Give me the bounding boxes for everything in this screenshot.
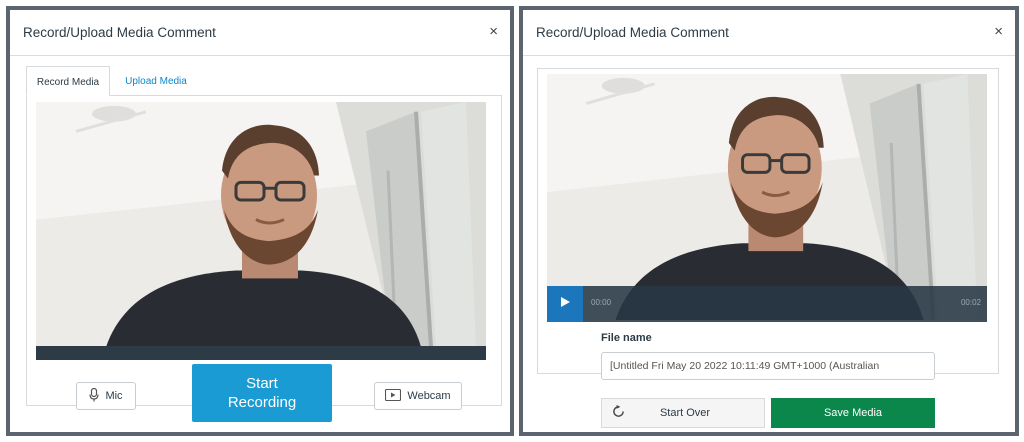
dialog-title: Record/Upload Media Comment [536, 25, 729, 40]
current-time: 00:00 [591, 298, 612, 307]
dialog-header: Record/Upload Media Comment × [10, 10, 510, 56]
total-time: 00:02 [960, 298, 981, 307]
dialog-header: Record/Upload Media Comment × [523, 10, 1015, 56]
tab-record-media[interactable]: Record Media [26, 66, 110, 96]
webcam-label: Webcam [407, 390, 451, 402]
microphone-icon [89, 387, 100, 405]
start-over-button[interactable]: Start Over [601, 398, 765, 428]
progress-track[interactable] [583, 286, 987, 322]
start-recording-line1: Start [246, 375, 278, 392]
play-icon [559, 295, 571, 313]
video-controls: 00:00 00:02 [547, 286, 987, 322]
refresh-icon [612, 405, 626, 421]
record-media-dialog: Record/Upload Media Comment × Record Med… [6, 6, 514, 436]
start-recording-line2: Recording [227, 394, 297, 411]
webcam-preview [36, 102, 486, 347]
play-button[interactable] [547, 286, 583, 322]
tab-upload-media[interactable]: Upload Media [114, 66, 198, 96]
dialog-title: Record/Upload Media Comment [23, 25, 216, 40]
start-over-label: Start Over [659, 407, 711, 419]
save-media-button[interactable]: Save Media [771, 398, 935, 428]
file-name-input[interactable] [601, 352, 935, 380]
mic-button[interactable]: Mic [76, 382, 136, 410]
webcam-button[interactable]: Webcam [374, 382, 462, 410]
mic-label: Mic [105, 390, 123, 402]
close-button[interactable]: × [994, 24, 1003, 40]
media-review-dialog: Record/Upload Media Comment × 00:00 00:0… [519, 6, 1019, 436]
webcam-icon [385, 388, 402, 404]
file-name-label: File name [601, 332, 652, 344]
recorded-video [547, 74, 987, 320]
start-recording-button[interactable]: Start Recording [192, 364, 332, 422]
preview-bar [36, 346, 486, 360]
close-button[interactable]: × [489, 24, 498, 40]
